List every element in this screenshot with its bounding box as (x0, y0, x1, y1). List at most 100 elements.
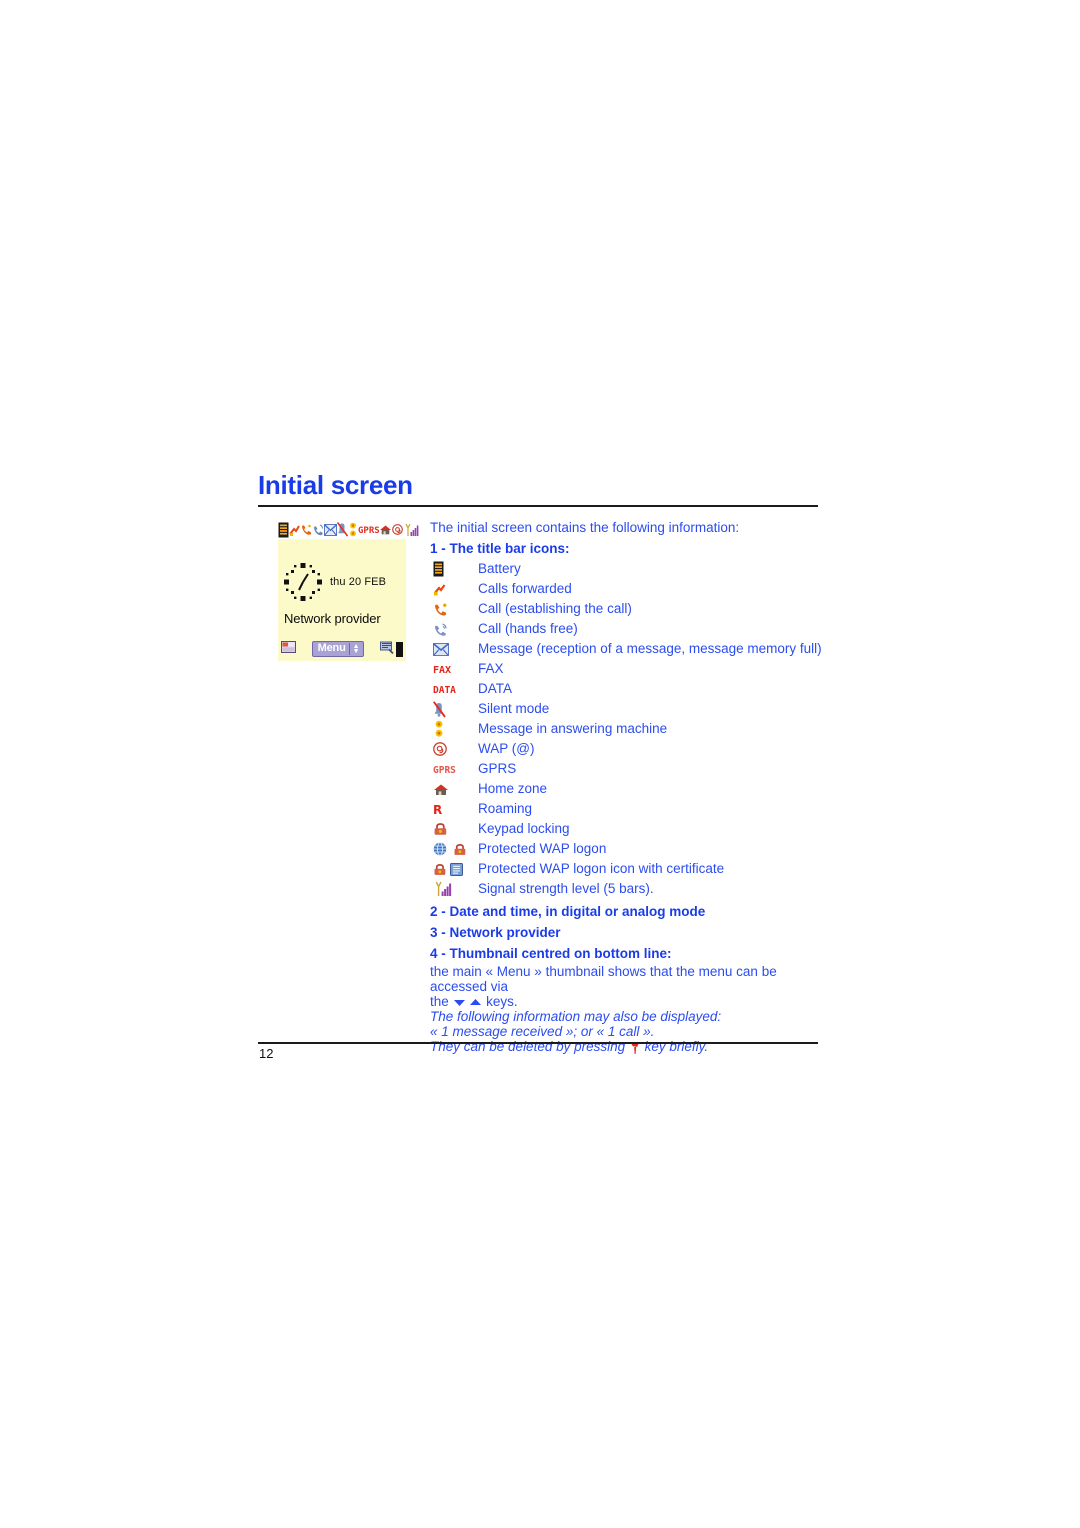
phone-screen: thu 20 FEB Network provider Menu ▲ ▼ (278, 539, 406, 662)
thumbnail-left-icon (281, 640, 296, 659)
list-item: FAX FAX (430, 659, 822, 679)
intro-text: The initial screen contains the followin… (430, 520, 740, 536)
icon-label: WAP (@) (478, 741, 535, 757)
menu-description-line2: the keys. (430, 994, 822, 1009)
svg-text:GPRS: GPRS (433, 765, 456, 775)
menu-description-line1: the main « Menu » thumbnail shows that t… (430, 964, 777, 995)
list-item: Protected WAP logon (430, 839, 822, 859)
menu-button-label: Menu (317, 642, 346, 655)
home-zone-icon (379, 523, 392, 536)
signal-strength-icon (430, 880, 478, 898)
icon-label: Protected WAP logon (478, 841, 607, 857)
phone-illustration-column: GPRS thu 20 FEB Network provider Menu ▲ … (258, 518, 430, 662)
icon-label: Call (hands free) (478, 621, 578, 637)
data-icon: DATA (430, 684, 478, 695)
title-rule (258, 505, 818, 508)
arrow-down-icon (453, 998, 466, 1007)
keypad-lock-icon (430, 822, 478, 836)
silent-mode-icon (336, 522, 349, 537)
arrow-up-icon (469, 998, 482, 1007)
call-establishing-icon (430, 602, 478, 617)
body-columns: GPRS thu 20 FEB Network provider Menu ▲ … (258, 518, 822, 1054)
menu-separator (348, 642, 350, 655)
icon-label: Calls forwarded (478, 581, 572, 597)
icon-label: GPRS (478, 761, 517, 777)
signal-strength-icon (403, 522, 419, 538)
phone-mockup: GPRS thu 20 FEB Network provider Menu ▲ … (278, 520, 419, 662)
calls-forwarded-icon (289, 523, 300, 537)
list-item: R Roaming (430, 799, 822, 819)
battery-icon (430, 561, 478, 577)
analog-clock-icon (282, 561, 324, 603)
home-zone-icon (430, 782, 478, 797)
page-title: Initial screen (258, 470, 413, 500)
menu-desc-suffix: keys. (486, 994, 518, 1010)
list-item: Home zone (430, 779, 822, 799)
additional-info-line2: « 1 message received »; or « 1 call ». (430, 1024, 655, 1040)
call-hands-free-icon (430, 622, 478, 637)
section-1-heading: 1 - The title bar icons: (430, 541, 570, 557)
calls-forwarded-icon (430, 582, 478, 596)
list-item: DATA DATA (430, 679, 822, 699)
list-item: Message in answering machine (430, 719, 822, 739)
icon-label: Roaming (478, 801, 533, 817)
fax-icon: FAX (430, 664, 478, 675)
phone-date-text: thu 20 FEB (330, 576, 387, 589)
clock-row: thu 20 FEB (282, 561, 386, 603)
svg-text:DATA: DATA (433, 685, 456, 695)
additional-info-line1: The following information may also be di… (430, 1009, 722, 1025)
icon-label: FAX (478, 661, 504, 677)
icon-label: Battery (478, 561, 521, 577)
list-item: Message (reception of a message, message… (430, 639, 822, 659)
menu-arrows-icon: ▲ ▼ (352, 642, 360, 655)
protected-wap-logon-icon (430, 842, 478, 856)
gprs-icon: GPRS (430, 764, 478, 775)
call-establishing-icon (300, 523, 312, 537)
icon-label: Call (establishing the call) (478, 601, 632, 617)
icon-label: Message in answering machine (478, 721, 668, 737)
section-4-heading: 4 - Thumbnail centred on bottom line: (430, 946, 672, 962)
icon-label: Keypad locking (478, 821, 570, 837)
list-item: Call (establishing the call) (430, 599, 822, 619)
icon-label: Home zone (478, 781, 548, 797)
icon-label: Signal strength level (5 bars). (478, 881, 654, 897)
list-item: Signal strength level (5 bars). (430, 879, 822, 899)
phone-provider-text: Network provider (284, 611, 381, 627)
menu-desc-prefix: the (430, 994, 449, 1010)
description-column: The initial screen contains the followin… (430, 518, 822, 1054)
silent-mode-icon (430, 701, 478, 718)
phone-title-bar: GPRS (278, 520, 419, 540)
icon-label: Message (reception of a message, message… (478, 641, 822, 657)
battery-icon (278, 522, 289, 538)
svg-text:FAX: FAX (433, 665, 451, 675)
list-item: Keypad locking (430, 819, 822, 839)
message-icon (430, 642, 478, 656)
menu-button[interactable]: Menu ▲ ▼ (311, 641, 365, 658)
page-number: 12 (259, 1046, 274, 1061)
icon-label: Protected WAP logon icon with certificat… (478, 861, 725, 877)
answering-machine-icon (348, 522, 358, 538)
document-page: Initial screen GPRS thu 20 FEB Network p… (0, 0, 1080, 1528)
list-item: GPRS GPRS (430, 759, 822, 779)
wap-icon (392, 524, 403, 536)
icon-label: Silent mode (478, 701, 550, 717)
icon-label: DATA (478, 681, 513, 697)
thumbnail-right-icon (380, 640, 394, 659)
content-block: Initial screen GPRS thu 20 FEB Network p… (258, 470, 822, 1055)
protected-wap-certificate-icon (430, 862, 478, 876)
roaming-icon: R (430, 803, 478, 816)
list-item: WAP (@) (430, 739, 822, 759)
footer-rule (258, 1042, 818, 1044)
svg-text:GPRS: GPRS (358, 526, 379, 535)
gprs-icon: GPRS (358, 525, 380, 536)
list-item: Protected WAP logon icon with certificat… (430, 859, 822, 879)
phone-bottom-bar: Menu ▲ ▼ (278, 640, 406, 658)
list-item: Call (hands free) (430, 619, 822, 639)
call-hands-free-icon (312, 523, 324, 537)
numbered-sections: 2 - Date and time, in digital or analog … (430, 901, 822, 964)
answering-machine-icon (430, 720, 478, 738)
list-item: Calls forwarded (430, 579, 822, 599)
section-3-heading: 3 - Network provider (430, 925, 561, 941)
list-item: Silent mode (430, 699, 822, 719)
icon-legend-list: Battery Calls forwarded Call (establishi… (430, 559, 822, 899)
